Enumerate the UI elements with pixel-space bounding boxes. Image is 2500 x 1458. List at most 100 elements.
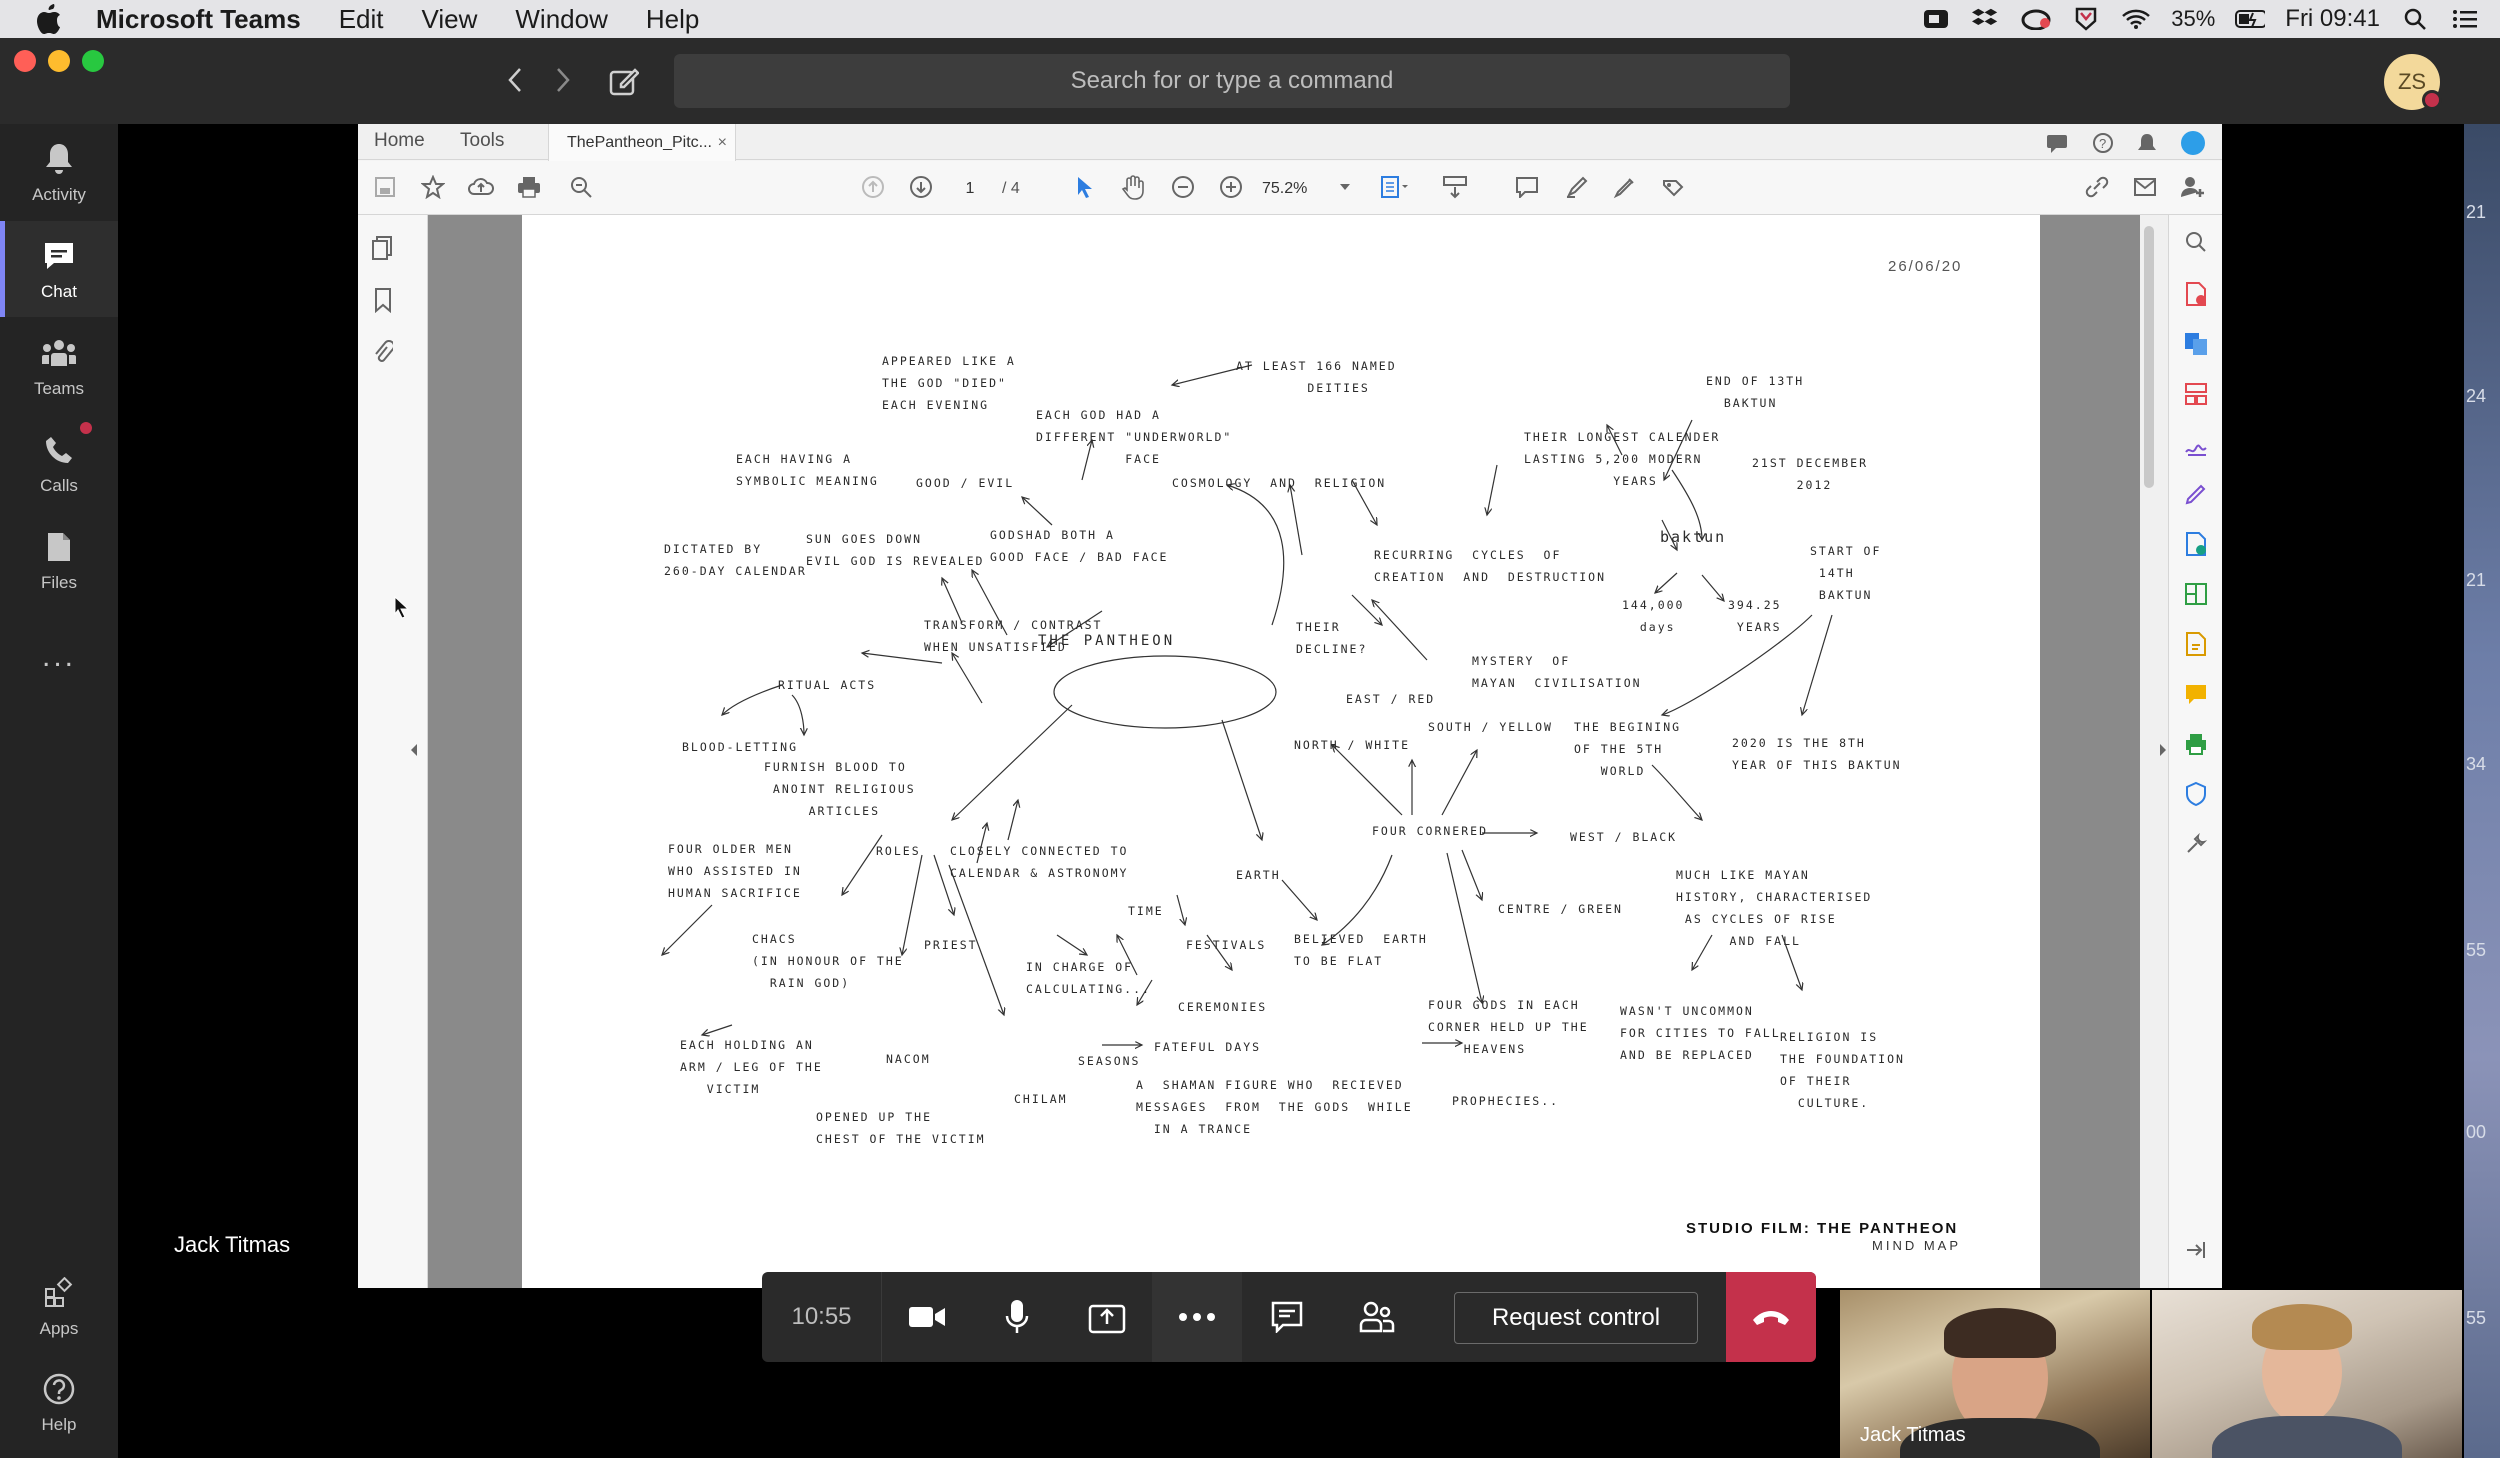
window-zoom-button[interactable]	[82, 50, 104, 72]
forward-button[interactable]	[548, 62, 578, 98]
draw-tool-icon[interactable]	[1610, 172, 1640, 202]
zoom-out-icon[interactable]	[1168, 172, 1198, 202]
link-icon[interactable]	[2082, 172, 2112, 202]
page-down-icon[interactable]	[906, 172, 936, 202]
add-user-icon[interactable]	[2178, 172, 2208, 202]
attachment-icon[interactable]	[368, 337, 398, 367]
teams-icon	[39, 333, 79, 373]
wifi-icon[interactable]	[2121, 6, 2151, 32]
page-number-input[interactable]: 1	[950, 176, 990, 202]
hand-tool-icon[interactable]	[1118, 172, 1148, 202]
mind-map-node: FOUR OLDER MEN WHO ASSISTED IN HUMAN SAC…	[668, 842, 802, 900]
expand-panel-icon[interactable]	[2181, 1235, 2211, 1265]
star-icon[interactable]	[418, 172, 448, 202]
menu-window[interactable]: Window	[515, 4, 607, 35]
stamp-tool-icon[interactable]	[1658, 172, 1688, 202]
search-command-input[interactable]: Search for or type a command	[674, 54, 1790, 108]
chevron-down-icon[interactable]	[1330, 172, 1360, 202]
comment-panel-icon[interactable]	[2181, 679, 2211, 709]
participant-hat	[1944, 1308, 2056, 1358]
rail-item-chat[interactable]: Chat	[0, 221, 118, 317]
participant-video-tile[interactable]	[2152, 1290, 2462, 1458]
close-tab-icon[interactable]: ×	[718, 134, 727, 152]
mind-map-node: FOUR CORNERED	[1372, 824, 1489, 838]
send-review-icon[interactable]	[2181, 629, 2211, 659]
pages-thumbnail-icon[interactable]	[368, 233, 398, 263]
export-pdf-icon[interactable]	[2181, 279, 2211, 309]
mute-button[interactable]	[972, 1272, 1062, 1362]
protect-shield-icon[interactable]	[2181, 779, 2211, 809]
edit-pdf-icon[interactable]	[2181, 479, 2211, 509]
bookmark-icon[interactable]	[368, 285, 398, 315]
share-screen-button[interactable]	[1062, 1272, 1152, 1362]
combine-files-icon[interactable]	[2181, 579, 2211, 609]
organize-pages-icon[interactable]	[2181, 379, 2211, 409]
print-icon[interactable]	[514, 172, 544, 202]
window-close-button[interactable]	[14, 50, 36, 72]
app-menu-teams[interactable]: Microsoft Teams	[96, 4, 301, 35]
camera-toggle-button[interactable]	[882, 1272, 972, 1362]
show-conversation-button[interactable]	[1242, 1272, 1332, 1362]
collapse-right-icon[interactable]	[2155, 735, 2171, 765]
request-signature-icon[interactable]	[2181, 529, 2211, 559]
create-pdf-icon[interactable]	[2181, 329, 2211, 359]
acrobat-tab-document[interactable]: ThePantheon_Pitc... ×	[548, 124, 736, 161]
mind-map-node: FATEFUL DAYS	[1154, 1040, 1262, 1054]
apps-icon	[39, 1273, 79, 1313]
help-circle-icon[interactable]: ?	[2088, 128, 2118, 158]
more-tools-icon[interactable]	[2181, 829, 2211, 859]
menu-view[interactable]: View	[422, 4, 478, 35]
fit-page-icon[interactable]	[1380, 172, 1410, 202]
mind-map-node: EAST / RED	[1346, 692, 1436, 706]
mind-map-node: IN CHARGE OF CALCULATING...	[1026, 960, 1151, 996]
rail-item-more[interactable]: ...	[0, 609, 118, 705]
compose-icon[interactable]	[606, 64, 642, 98]
rail-item-activity[interactable]: Activity	[0, 124, 118, 220]
search-doc-icon[interactable]	[2181, 227, 2211, 257]
hang-up-button[interactable]	[1726, 1272, 1816, 1362]
more-actions-button[interactable]	[1152, 1272, 1242, 1362]
rail-item-help[interactable]: Help	[0, 1354, 118, 1450]
dropbox-icon[interactable]	[1971, 6, 2001, 32]
bell-icon[interactable]	[2132, 128, 2162, 158]
back-button[interactable]	[500, 62, 530, 98]
highlight-pen-icon[interactable]	[1562, 172, 1592, 202]
comment-icon[interactable]	[2042, 128, 2072, 158]
menu-edit[interactable]: Edit	[339, 4, 384, 35]
fill-sign-icon[interactable]	[2181, 429, 2211, 459]
upload-cloud-icon[interactable]	[466, 172, 496, 202]
mac-menubar: Microsoft Teams Edit View Window Help 35…	[0, 0, 2500, 38]
print-production-icon[interactable]	[2181, 729, 2211, 759]
notification-center-icon[interactable]	[2450, 6, 2480, 32]
email-icon[interactable]	[2130, 172, 2160, 202]
spotlight-search-icon[interactable]	[2400, 6, 2430, 32]
page-up-icon[interactable]	[858, 172, 888, 202]
clock[interactable]: Fri 09:41	[2285, 5, 2380, 33]
scrollbar-thumb[interactable]	[2144, 226, 2154, 488]
apple-icon[interactable]	[32, 2, 66, 36]
mind-map-node: NORTH / WHITE	[1294, 738, 1411, 752]
request-control-button[interactable]: Request control	[1454, 1292, 1698, 1344]
show-participants-button[interactable]	[1332, 1272, 1422, 1362]
video-status-icon[interactable]	[1921, 6, 1951, 32]
shield-status-icon[interactable]	[2071, 6, 2101, 32]
comment-tool-icon[interactable]	[1512, 172, 1542, 202]
acrobat-tab-tools[interactable]: Tools	[460, 130, 504, 152]
save-icon[interactable]	[370, 172, 400, 202]
battery-icon[interactable]	[2235, 6, 2266, 32]
acrobat-tab-home[interactable]: Home	[374, 130, 425, 152]
rail-item-teams[interactable]: Teams	[0, 318, 118, 414]
document-tab-title: ThePantheon_Pitc...	[567, 133, 712, 151]
zoom-in-icon[interactable]	[1216, 172, 1246, 202]
creative-cloud-icon[interactable]	[2021, 6, 2051, 32]
rail-item-apps[interactable]: Apps	[0, 1258, 118, 1354]
zoom-search-icon[interactable]	[566, 172, 596, 202]
menu-help[interactable]: Help	[646, 4, 699, 35]
rail-item-calls[interactable]: Calls	[0, 415, 118, 511]
select-cursor-icon[interactable]	[1070, 172, 1100, 202]
collapse-left-icon[interactable]	[406, 735, 422, 765]
scroll-mode-icon[interactable]	[1440, 172, 1470, 202]
account-icon[interactable]	[2178, 128, 2208, 158]
window-minimize-button[interactable]	[48, 50, 70, 72]
rail-item-files[interactable]: Files	[0, 512, 118, 608]
